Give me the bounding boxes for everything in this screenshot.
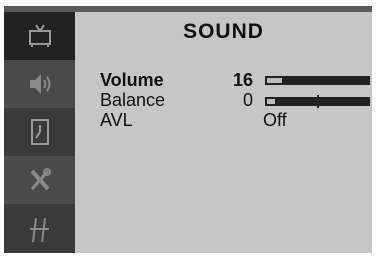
sidebar-item-timer[interactable]	[4, 108, 75, 156]
speaker-icon	[29, 74, 50, 94]
menu-sidebar	[4, 12, 75, 253]
sidebar-item-setup[interactable]	[4, 156, 75, 204]
avl-label[interactable]: AVL	[100, 110, 133, 130]
sound-panel: SOUND Volume 16 Balance 0 AVL Off	[75, 12, 372, 253]
volume-value: 16	[233, 70, 254, 90]
timer-icon	[30, 119, 49, 145]
balance-slider-end	[267, 99, 275, 104]
volume-slider-fill	[267, 78, 282, 83]
balance-label[interactable]: Balance	[100, 90, 165, 110]
channel-grid-icon	[29, 217, 49, 242]
balance-center-mark	[317, 95, 319, 108]
sidebar-item-channel[interactable]	[4, 204, 75, 253]
tv-icon	[28, 24, 51, 47]
sidebar-item-sound[interactable]	[4, 60, 75, 108]
sidebar-item-picture[interactable]	[4, 12, 75, 60]
osd-menu: SOUND Volume 16 Balance 0 AVL Off	[4, 6, 372, 253]
balance-slider[interactable]	[265, 95, 370, 108]
tools-icon	[30, 168, 51, 191]
avl-value[interactable]: Off	[263, 110, 287, 130]
volume-slider[interactable]	[265, 76, 370, 85]
page-title: SOUND	[183, 20, 264, 43]
volume-label[interactable]: Volume	[100, 70, 164, 90]
balance-value: 0	[243, 90, 254, 110]
